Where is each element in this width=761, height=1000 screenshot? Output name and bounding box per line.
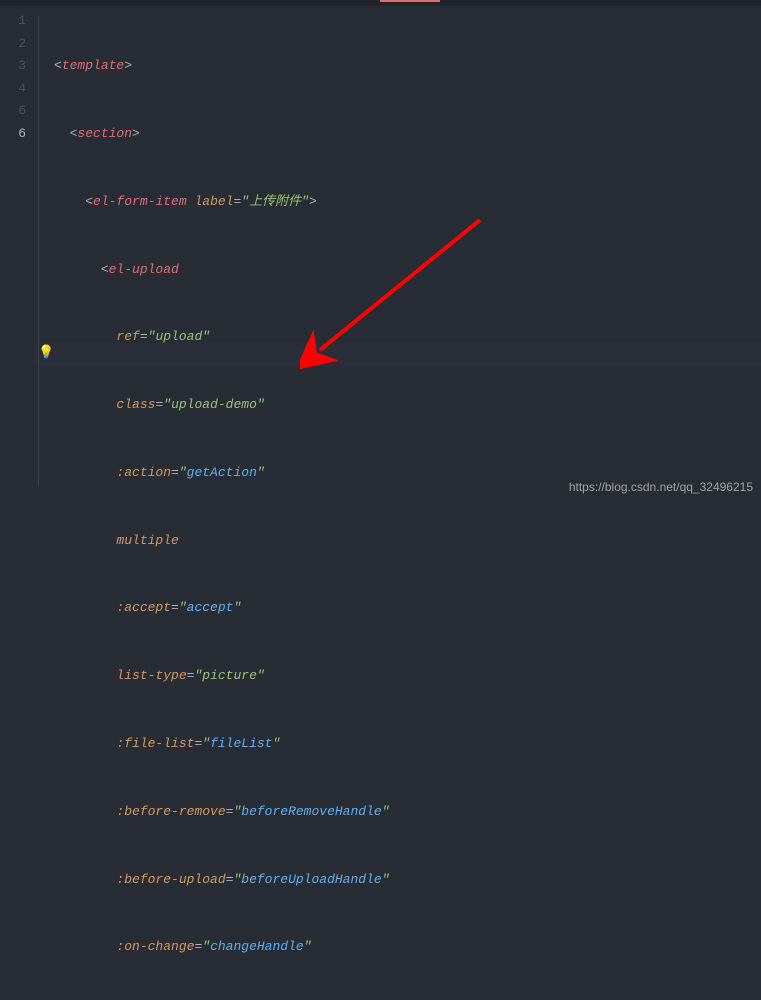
code-editor[interactable]: 1 2 3 4 6 6 💡 <template> <section> <el-f… [0,6,761,500]
code-line: <el-upload [54,259,699,282]
code-line: :on-change="changeHandle" [54,936,699,959]
active-tab-indicator [380,0,440,2]
line-number: 1 [0,10,26,33]
line-number: 6 [0,123,26,146]
code-line: <template> [54,55,699,78]
code-line: :action="getAction" [54,462,699,485]
code-line: :accept="accept" [54,597,699,620]
line-number-gutter: 1 2 3 4 6 6 [0,6,34,500]
line-number: 4 [0,78,26,101]
line-number: 3 [0,55,26,78]
code-line: :file-list="fileList" [54,733,699,756]
code-line: list-type="picture" [54,665,699,688]
fold-column [34,6,54,500]
code-line: class="upload-demo" [54,394,699,417]
code-line: :before-remove="beforeRemoveHandle" [54,801,699,824]
code-line: ref="upload" [54,326,699,349]
code-line: <el-form-item label="上传附件"> [54,191,699,214]
line-number: 6 [0,100,26,123]
code-line: multiple [54,530,699,553]
code-line: <section> [54,123,699,146]
code-line: :before-upload="beforeUploadHandle" [54,869,699,892]
line-number: 2 [0,33,26,56]
code-area[interactable]: <template> <section> <el-form-item label… [54,6,699,500]
